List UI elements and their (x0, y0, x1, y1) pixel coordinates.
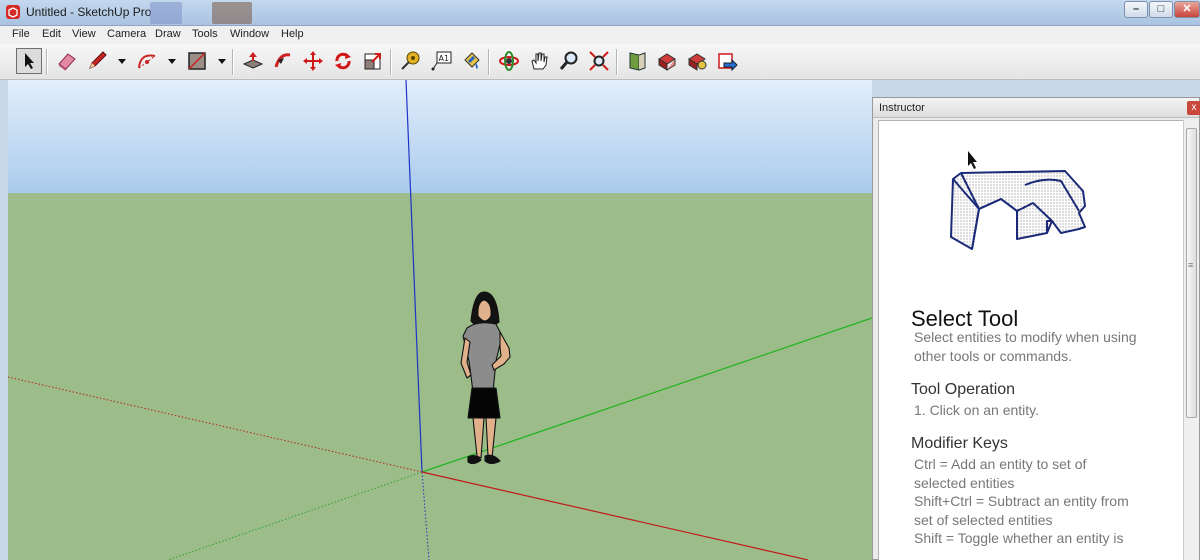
pencil-tool-button[interactable] (84, 48, 110, 74)
pan-icon (531, 52, 548, 70)
zoom-extents-icon (589, 51, 609, 71)
operation-heading: Tool Operation (911, 381, 1016, 398)
share-model-button[interactable] (684, 48, 710, 74)
shape-dropdown-icon[interactable] (217, 56, 227, 66)
menu-view[interactable]: View (72, 28, 96, 40)
toolbar-separator (488, 49, 490, 75)
menu-window[interactable]: Window (230, 28, 269, 40)
ground-plane (8, 193, 872, 560)
modifier-line: set of selected entities (914, 511, 1053, 528)
scene-canvas (8, 80, 872, 560)
toolbar-separator (390, 49, 392, 75)
select-tool-button[interactable] (16, 48, 42, 74)
tool-description: Select entities to modify when using oth… (914, 328, 1137, 365)
push-pull-tool-button[interactable] (240, 48, 266, 74)
menu-file[interactable]: File (12, 28, 30, 40)
extension-warehouse-button[interactable] (714, 48, 740, 74)
description-line: Select entities to modify when using (914, 329, 1137, 345)
tape-measure-tool-button[interactable] (398, 48, 424, 74)
pencil-icon (89, 51, 107, 69)
rectangle-tool-button[interactable] (184, 48, 210, 74)
paint-bucket-icon (464, 52, 480, 69)
scrollbar-thumb[interactable] (1186, 128, 1197, 418)
menu-draw[interactable]: Draw (155, 28, 181, 40)
instructor-title: Instructor (873, 98, 1199, 118)
description-line: other tools or commands. (914, 347, 1072, 364)
move-icon (303, 51, 323, 71)
zoom-icon (559, 51, 578, 70)
window-title: Untitled - SketchUp Pro (26, 5, 152, 19)
orbit-icon (499, 51, 519, 71)
instructor-close-button[interactable]: x (1187, 101, 1200, 115)
operation-steps: 1. Click on an entity. (914, 401, 1039, 420)
maximize-button[interactable]: □ (1149, 1, 1173, 18)
scale-tool-button[interactable] (360, 48, 386, 74)
sky (8, 80, 872, 193)
eraser-tool-button[interactable] (54, 48, 80, 74)
pan-tool-button[interactable] (526, 48, 552, 74)
orbit-tool-button[interactable] (496, 48, 522, 74)
follow-me-tool-button[interactable] (270, 48, 296, 74)
arc-tool-button[interactable] (134, 48, 160, 74)
select-icon (25, 53, 34, 69)
instructor-scrollbar[interactable]: ≡ (1183, 120, 1199, 560)
extension-warehouse-icon (718, 53, 738, 72)
modifier-line: selected entities (914, 474, 1015, 491)
menu-help[interactable]: Help (281, 28, 304, 40)
zoom-tool-button[interactable] (556, 48, 582, 74)
rectangle-icon (188, 52, 206, 70)
menu-bar: File Edit View Camera Draw Tools Window … (0, 26, 1200, 44)
house-model-illustration (950, 151, 1086, 250)
arc-icon (138, 54, 156, 69)
rotate-icon (335, 52, 351, 70)
toolbar-separator (46, 49, 48, 75)
instructor-content: Select Tool Select entities to modify wh… (878, 120, 1184, 560)
rotate-tool-button[interactable] (330, 48, 356, 74)
scale-icon (364, 53, 381, 70)
toolbar-separator (616, 49, 618, 75)
sketchup-window: Untitled - SketchUp Pro – □ ✕ File Edit … (0, 0, 1200, 560)
text-tool-label: A1 (439, 54, 450, 63)
eraser-icon (58, 53, 76, 71)
minimize-button[interactable]: – (1124, 1, 1148, 18)
3d-warehouse-button[interactable] (624, 48, 650, 74)
mouse-cursor-icon (968, 151, 977, 169)
push-pull-icon (242, 52, 264, 69)
get-models-button[interactable] (654, 48, 680, 74)
pencil-dropdown-icon[interactable] (117, 56, 127, 66)
follow-me-icon (274, 53, 291, 68)
share-model-icon (688, 53, 707, 71)
tape-measure-icon (401, 51, 420, 70)
taskbar-thumbnail (150, 2, 182, 24)
zoom-extents-tool-button[interactable] (586, 48, 612, 74)
title-bar: Untitled - SketchUp Pro – □ ✕ (0, 0, 1200, 26)
toolbar: A1 (0, 44, 1200, 80)
taskbar-thumbnail (212, 2, 252, 24)
modifier-heading: Modifier Keys (911, 435, 1008, 452)
modifier-line: Ctrl = Add an entity to set of (914, 456, 1087, 472)
get-models-icon (658, 53, 676, 71)
menu-tools[interactable]: Tools (192, 28, 218, 40)
3d-warehouse-icon (629, 52, 646, 71)
modifier-line: Shift = Toggle whether an entity is (914, 530, 1124, 546)
text-icon: A1 (431, 51, 452, 71)
text-tool-button[interactable]: A1 (428, 48, 454, 74)
menu-edit[interactable]: Edit (42, 28, 61, 40)
modifier-line: Shift+Ctrl = Subtract an entity from (914, 493, 1129, 509)
paint-bucket-tool-button[interactable] (458, 48, 484, 74)
drawing-viewport[interactable] (8, 80, 872, 560)
arc-dropdown-icon[interactable] (167, 56, 177, 66)
modifier-list: Ctrl = Add an entity to set of selected … (914, 455, 1129, 548)
sketchup-logo-icon (6, 5, 20, 19)
move-tool-button[interactable] (300, 48, 326, 74)
close-button[interactable]: ✕ (1174, 1, 1200, 18)
scrollbar-grip-icon: ≡ (1188, 260, 1194, 270)
toolbar-separator (232, 49, 234, 75)
menu-camera[interactable]: Camera (107, 28, 146, 40)
instructor-panel: Instructor x Select Tool Select entities… (872, 97, 1200, 560)
operation-step: 1. Click on an entity. (914, 402, 1040, 418)
